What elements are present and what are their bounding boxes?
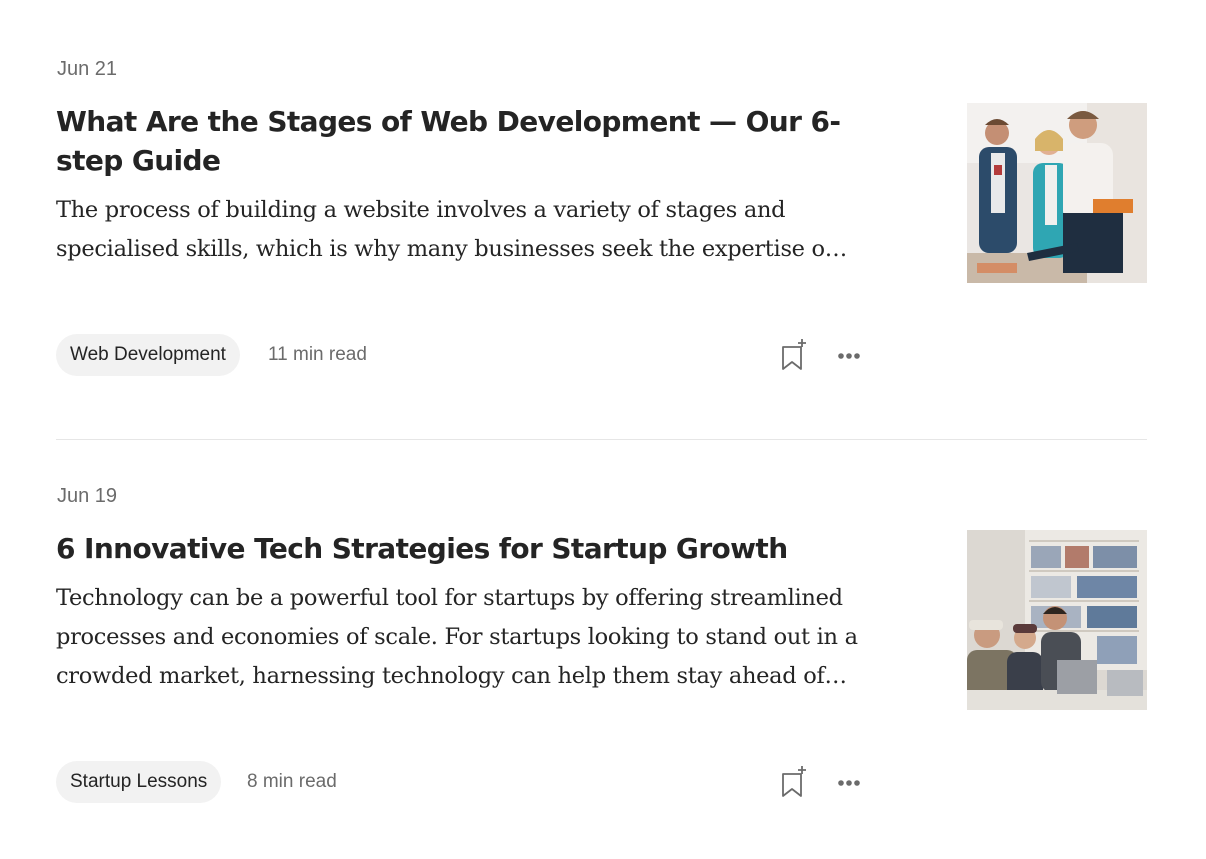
article-snippet[interactable]: Technology can be a powerful tool for st… (56, 579, 886, 696)
more-options-icon[interactable] (834, 342, 864, 370)
article-divider (56, 439, 1147, 440)
article-thumbnail[interactable] (967, 530, 1147, 710)
more-options-icon[interactable] (834, 769, 864, 797)
bookmark-add-icon[interactable] (780, 765, 810, 799)
bookmark-add-icon[interactable] (780, 338, 810, 372)
article-thumbnail[interactable] (967, 103, 1147, 283)
team-at-table-photo (967, 103, 1147, 283)
topic-tag[interactable]: Startup Lessons (56, 761, 222, 803)
read-time: 8 min read (247, 771, 337, 792)
read-time: 11 min read (268, 344, 367, 365)
article-date: Jun 21 (57, 58, 118, 80)
topic-tag[interactable]: Web Development (56, 334, 240, 376)
article-title[interactable]: What Are the Stages of Web Development —… (56, 102, 856, 180)
people-with-laptops-photo (967, 530, 1147, 710)
article-date: Jun 19 (57, 485, 118, 507)
article-title[interactable]: 6 Innovative Tech Strategies for Startup… (56, 529, 856, 568)
article-snippet[interactable]: The process of building a website involv… (56, 191, 886, 269)
